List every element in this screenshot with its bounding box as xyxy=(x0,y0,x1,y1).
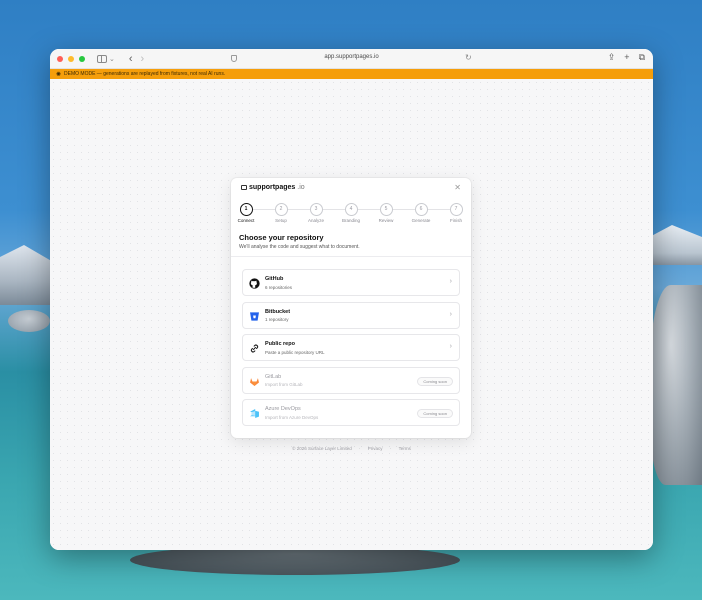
demo-mode-banner: ✺ DEMO MODE — generations are replayed f… xyxy=(50,69,653,79)
terms-link[interactable]: Terms xyxy=(399,446,411,451)
step-number: 4 xyxy=(344,203,358,216)
step-number: 3 xyxy=(309,203,323,216)
step-number: 7 xyxy=(449,203,463,216)
provider-list: GitHub 6 repositories › Bitbucket 1 repo… xyxy=(242,269,460,432)
background-rock-right xyxy=(650,285,702,485)
provider-bitbucket[interactable]: Bitbucket 1 repository › xyxy=(242,301,460,329)
copyright-text: © 2026 Surface Layer Limited xyxy=(292,446,352,451)
step-number: 5 xyxy=(379,203,393,216)
chevron-right-icon: › xyxy=(449,343,452,350)
step-review: 5 Review xyxy=(371,203,401,223)
coming-soon-badge: Coming soon xyxy=(417,409,453,418)
footer-separator: · xyxy=(389,446,392,451)
gitlab-icon xyxy=(250,377,259,386)
step-label: Connect xyxy=(237,218,255,223)
step-number: 2 xyxy=(274,203,288,216)
provider-title: Public repo xyxy=(265,341,295,347)
step-setup: 2 Setup xyxy=(266,203,296,223)
step-label: Analyze xyxy=(307,218,324,223)
brand-name: supportpages xyxy=(249,184,296,191)
share-icon[interactable]: ⇪ xyxy=(608,53,616,62)
step-analyze: 3 Analyze xyxy=(301,203,331,223)
step-label: Setup xyxy=(275,218,287,223)
provider-github[interactable]: GitHub 6 repositories › xyxy=(242,269,460,296)
page-content: supportpages .io ✕ 1 Connect 2 Setup 3 An… xyxy=(50,79,653,550)
new-tab-icon[interactable]: + xyxy=(624,53,629,62)
toolbar-actions: ⇪ + ⧉ xyxy=(608,53,645,62)
provider-title: Azure DevOps xyxy=(265,406,301,412)
provider-public-repo[interactable]: Public repo Paste a public repository UR… xyxy=(242,334,460,361)
bitbucket-icon xyxy=(250,311,259,321)
address-bar[interactable]: app.supportpages.io xyxy=(50,54,653,60)
step-indicator: 1 Connect 2 Setup 3 Analyze 4 Branding 5 xyxy=(231,203,471,225)
coming-soon-badge: Coming soon xyxy=(417,376,453,386)
step-label: Generate xyxy=(411,218,431,223)
browser-titlebar: ⌄ ‹ › app.supportpages.io ↻ ⇪ + ⧉ xyxy=(50,49,653,69)
step-label: Branding xyxy=(341,218,360,223)
provider-subtitle: Paste a public repository URL xyxy=(265,349,325,355)
divider xyxy=(231,256,471,257)
step-generate: 6 Generate xyxy=(406,203,436,223)
close-icon[interactable]: ✕ xyxy=(454,183,461,192)
step-connect: 1 Connect xyxy=(231,203,261,223)
provider-subtitle: 6 repositories xyxy=(265,284,293,290)
brand-tld: .io xyxy=(297,184,305,191)
reload-icon[interactable]: ↻ xyxy=(465,53,472,62)
chevron-right-icon: › xyxy=(449,278,452,285)
chevron-right-icon: › xyxy=(449,310,452,318)
step-number: 6 xyxy=(414,203,428,216)
provider-title: GitLab xyxy=(265,373,282,380)
provider-title: GitHub xyxy=(265,276,284,282)
background-rock-left xyxy=(8,310,50,332)
page-subtitle: We'll analyse the code and suggest what … xyxy=(239,244,360,250)
provider-gitlab: GitLab Import from GitLab Coming soon xyxy=(242,366,460,394)
step-label: Review xyxy=(378,218,394,223)
step-label: Finish xyxy=(449,218,462,223)
step-branding: 4 Branding xyxy=(336,203,366,223)
step-finish: 7 Finish xyxy=(441,203,471,223)
page-title: Choose your repository xyxy=(239,233,324,242)
provider-subtitle: 1 repository xyxy=(265,317,289,322)
privacy-link[interactable]: Privacy xyxy=(368,446,383,451)
provider-azure-devops: Azure DevOps Import from Azure DevOps Co… xyxy=(242,399,460,426)
azure-devops-icon xyxy=(250,409,259,418)
footer-separator: · xyxy=(359,446,361,451)
sparkle-icon: ✺ xyxy=(56,71,62,78)
laptop-icon xyxy=(241,185,247,190)
provider-subtitle: Import from GitLab xyxy=(265,382,303,387)
page-footer: © 2026 Surface Layer Limited · Privacy ·… xyxy=(50,446,653,451)
provider-subtitle: Import from Azure DevOps xyxy=(265,414,319,420)
onboarding-modal: supportpages .io ✕ 1 Connect 2 Setup 3 An… xyxy=(231,178,471,438)
demo-mode-text: DEMO MODE — generations are replayed fro… xyxy=(64,71,226,77)
step-number: 1 xyxy=(239,203,253,216)
brand-logo: supportpages .io xyxy=(241,184,305,191)
tab-overview-icon[interactable]: ⧉ xyxy=(639,53,645,62)
github-icon xyxy=(249,278,260,289)
browser-window: ⌄ ‹ › app.supportpages.io ↻ ⇪ + ⧉ ✺ DEMO… xyxy=(50,49,653,550)
link-icon xyxy=(250,344,259,353)
provider-title: Bitbucket xyxy=(265,308,291,315)
